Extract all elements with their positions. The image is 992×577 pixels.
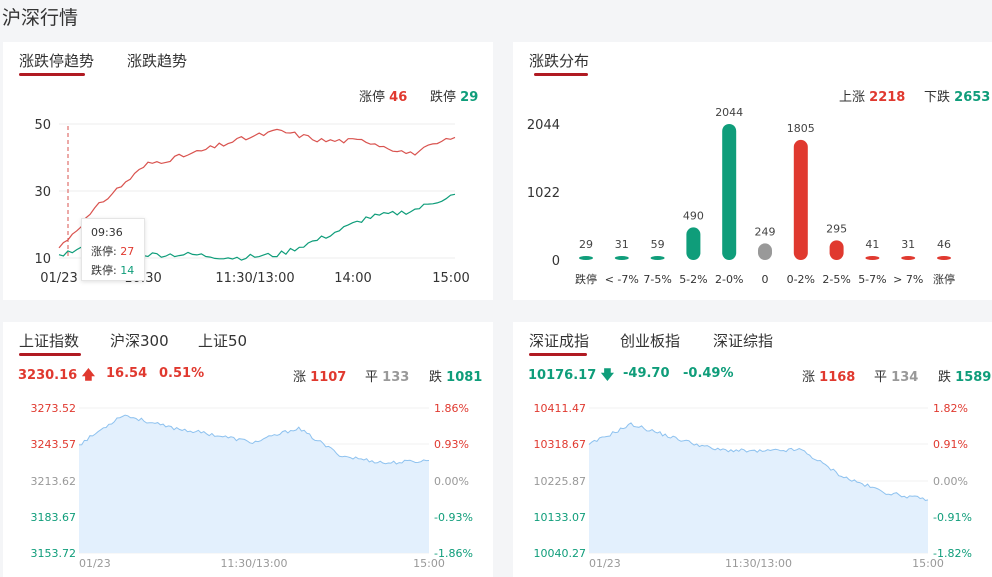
distribution-bar bbox=[614, 256, 629, 260]
page-title: 沪深行情 bbox=[2, 7, 79, 29]
bar-value-label: 41 bbox=[865, 238, 879, 251]
sh-index-card: 上证指数 沪深300 上证50 3230.16 🡅 16.54 0.51% 涨 … bbox=[3, 322, 493, 577]
distribution-bar bbox=[758, 243, 772, 260]
left-tick-label: 3183.67 bbox=[31, 511, 77, 524]
distribution-bar bbox=[686, 227, 701, 260]
category-label: 涨停 bbox=[933, 272, 955, 286]
right-tick-label: 0.00% bbox=[434, 475, 469, 488]
sz-index-card: 深证成指 创业板指 深证综指 10176.17 🡇 -49.70 -0.49% … bbox=[513, 322, 992, 577]
right-tick-label: 1.82% bbox=[933, 402, 968, 415]
bar-value-label: 2044 bbox=[715, 106, 743, 119]
distribution-bar bbox=[793, 139, 808, 260]
right-tick-label: 0.91% bbox=[933, 438, 968, 451]
left-tick-label: 10225.87 bbox=[534, 475, 587, 488]
x-tick-label: 01/23 bbox=[40, 271, 77, 286]
tooltip-down-value: 14 bbox=[120, 264, 135, 277]
category-label: 7-5% bbox=[643, 273, 671, 286]
x-tick-label: 14:00 bbox=[334, 271, 371, 286]
y-tick-label: 1022 bbox=[527, 186, 560, 201]
bar-value-label: 29 bbox=[579, 238, 593, 251]
distribution-bar bbox=[937, 256, 951, 260]
x-tick-label: 15:00 bbox=[912, 557, 944, 570]
bar-value-label: 46 bbox=[937, 238, 951, 251]
right-tick-label: 0.93% bbox=[434, 438, 469, 451]
left-tick-label: 3243.57 bbox=[31, 438, 77, 451]
bar-value-label: 59 bbox=[651, 238, 665, 251]
distribution-bar bbox=[650, 256, 665, 260]
left-tick-label: 10040.27 bbox=[534, 547, 587, 560]
bar-value-label: 490 bbox=[683, 209, 704, 222]
distribution-bar bbox=[722, 124, 737, 260]
x-tick-label: 11:30/13:00 bbox=[215, 271, 294, 286]
bar-value-label: 1805 bbox=[787, 122, 815, 135]
left-tick-label: 3273.52 bbox=[31, 402, 77, 415]
category-label: < -7% bbox=[605, 273, 639, 286]
y-tick-label: 0 bbox=[552, 254, 560, 269]
tooltip-up-label: 涨停: bbox=[91, 245, 117, 258]
category-label: 0 bbox=[762, 273, 769, 286]
distribution-bar bbox=[865, 256, 880, 260]
left-tick-label: 10318.67 bbox=[534, 438, 587, 451]
left-tick-label: 3153.72 bbox=[31, 547, 77, 560]
sz-index-chart[interactable]: 10411.47 10318.67 10225.87 10133.07 10040.27… bbox=[513, 322, 992, 577]
category-label: 2-5% bbox=[822, 273, 850, 286]
tooltip-down-label: 跌停: bbox=[91, 264, 117, 277]
index-area-fill bbox=[589, 422, 928, 553]
index-area-fill bbox=[79, 415, 429, 553]
chart-tooltip: 09:36 涨停: 27 跌停: 14 bbox=[81, 218, 145, 281]
limit-trend-card: 涨跌停趋势 涨跌趋势 涨停 46 跌停 29 50301001/2310:301… bbox=[3, 42, 493, 300]
left-tick-label: 10411.47 bbox=[534, 402, 587, 415]
x-tick-label: 01/23 bbox=[589, 557, 621, 570]
distribution-card: 涨跌分布 上涨 2218 下跌 2653 2044 1022 0 29 跌停 31 < -7… bbox=[513, 42, 992, 300]
category-label: 2-0% bbox=[715, 273, 743, 286]
bar-value-label: 31 bbox=[615, 238, 629, 251]
bar-value-label: 249 bbox=[755, 225, 776, 238]
distribution-bar bbox=[829, 240, 844, 260]
x-tick-label: 15:00 bbox=[432, 271, 469, 286]
y-tick-label: 30 bbox=[34, 185, 51, 200]
y-tick-label: 50 bbox=[34, 118, 51, 133]
x-tick-label: 11:30/13:00 bbox=[220, 557, 287, 570]
sh-index-chart[interactable]: 3273.52 3243.57 3213.62 3183.67 3153.72 1.86%… bbox=[3, 322, 493, 577]
left-tick-label: 10133.07 bbox=[534, 511, 587, 524]
bar-value-label: 31 bbox=[901, 238, 915, 251]
right-tick-label: -0.93% bbox=[434, 511, 473, 524]
right-tick-label: 0.00% bbox=[933, 475, 968, 488]
category-label: 跌停 bbox=[575, 272, 597, 286]
distribution-chart: 2044 1022 0 29 跌停 31 < -7% 59 7-5% 490 5-2% 2044 2-0… bbox=[527, 106, 955, 286]
y-tick-label: 2044 bbox=[527, 118, 560, 133]
category-label: 5-7% bbox=[858, 273, 886, 286]
right-tick-label: 1.86% bbox=[434, 402, 469, 415]
category-label: 0-2% bbox=[787, 273, 815, 286]
right-tick-label: -0.91% bbox=[933, 511, 972, 524]
x-tick-label: 01/23 bbox=[79, 557, 111, 570]
distribution-bar bbox=[579, 256, 593, 260]
tooltip-up-value: 27 bbox=[120, 245, 135, 258]
category-label: > 7% bbox=[893, 273, 923, 286]
category-label: 5-2% bbox=[679, 273, 707, 286]
limit-trend-chart[interactable]: 50301001/2310:3011:30/13:0014:0015:00 bbox=[3, 42, 493, 300]
tooltip-time: 09:36 bbox=[91, 226, 123, 239]
left-tick-label: 3213.62 bbox=[31, 475, 77, 488]
distribution-bar bbox=[901, 256, 916, 260]
bar-value-label: 295 bbox=[826, 222, 847, 235]
y-tick-label: 10 bbox=[34, 252, 51, 267]
x-tick-label: 11:30/13:00 bbox=[725, 557, 792, 570]
x-tick-label: 15:00 bbox=[413, 557, 445, 570]
